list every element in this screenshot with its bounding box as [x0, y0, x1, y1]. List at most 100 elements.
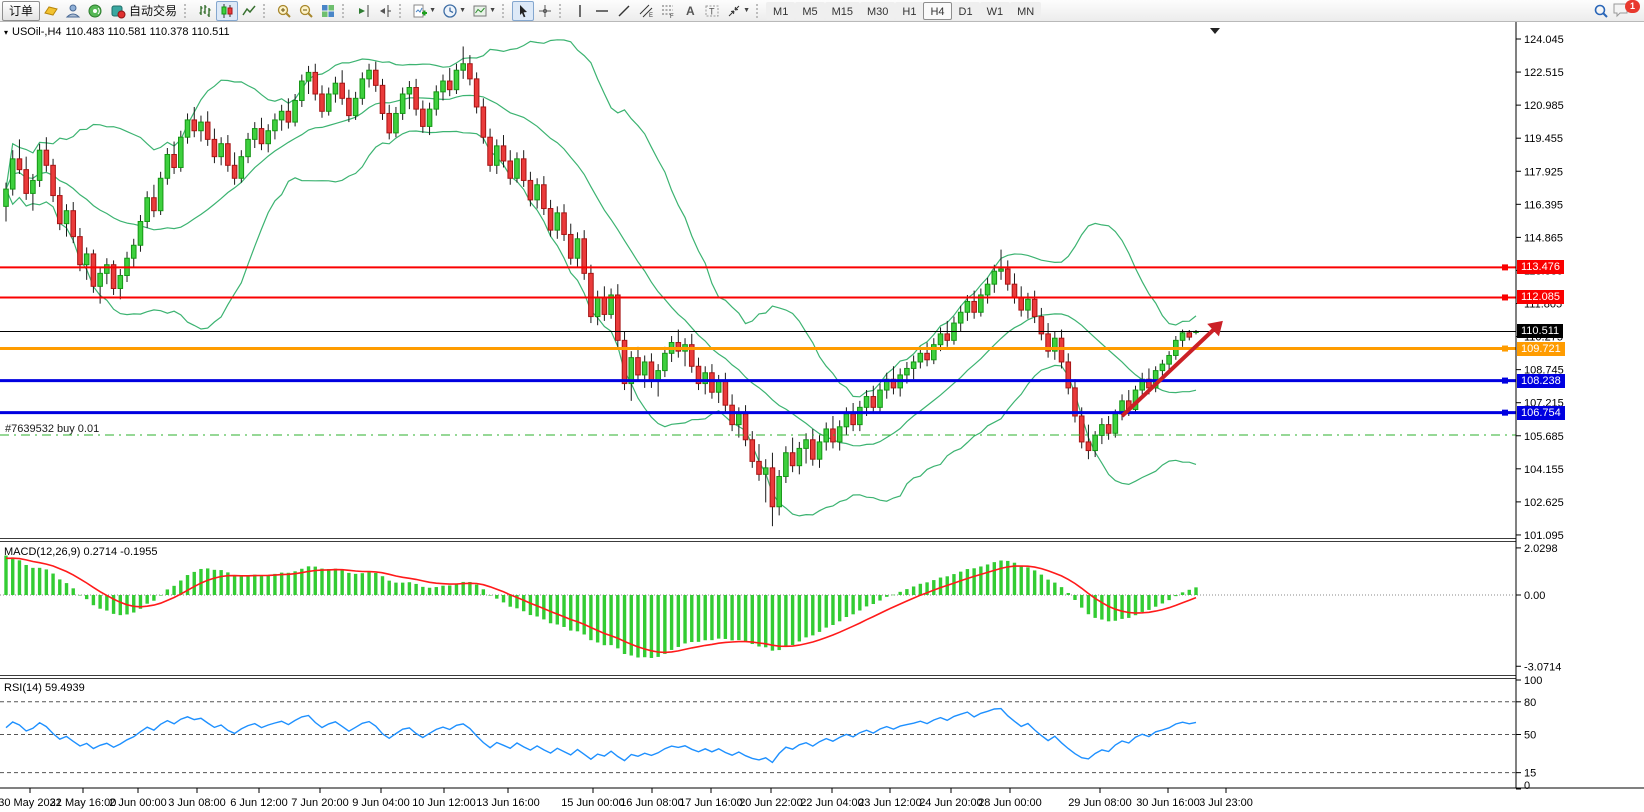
- candle-body: [353, 98, 358, 115]
- accounts-icon[interactable]: [62, 1, 84, 21]
- candle-body: [1026, 299, 1031, 310]
- time-axis-label: 29 Jun 08:00: [1068, 797, 1132, 809]
- candle-body: [911, 362, 916, 368]
- search-button[interactable]: [1590, 1, 1612, 21]
- candle-body: [972, 301, 977, 312]
- candle-body: [400, 94, 405, 113]
- bar-chart-button[interactable]: [194, 1, 216, 21]
- text-label-tool[interactable]: T: [701, 1, 723, 21]
- toolbar-right: 1: [1590, 1, 1638, 21]
- tile-windows-button[interactable]: [317, 1, 339, 21]
- zoom-out-button[interactable]: [295, 1, 317, 21]
- trend-arrow[interactable]: [1122, 328, 1216, 416]
- candle-body: [938, 334, 943, 345]
- candle: [185, 113, 190, 143]
- one-click-trading-arrow[interactable]: ▾: [4, 28, 8, 37]
- macd-bar: [818, 595, 821, 632]
- templates-button[interactable]: ▼: [469, 1, 499, 21]
- signals-icon[interactable]: [84, 1, 106, 21]
- timeframe-H4[interactable]: H4: [923, 2, 951, 20]
- candle-body: [528, 180, 533, 199]
- macd-bar: [1154, 595, 1157, 607]
- chart-shift-button[interactable]: [374, 1, 396, 21]
- candle: [131, 239, 136, 267]
- time-axis-label: 17 Jun 16:00: [679, 797, 743, 809]
- candle-body: [837, 427, 842, 442]
- timeframe-M1[interactable]: M1: [766, 2, 795, 20]
- macd-bar: [993, 562, 996, 595]
- macd-bar: [414, 584, 417, 595]
- hline-anchor: [1502, 378, 1508, 384]
- vertical-line-tool[interactable]: [569, 1, 591, 21]
- new-order-button[interactable]: 订单: [2, 1, 40, 21]
- periods-button[interactable]: ▼: [439, 1, 469, 21]
- candle-body: [138, 221, 143, 245]
- candle-body: [1180, 333, 1185, 341]
- crosshair-button[interactable]: [534, 1, 556, 21]
- line-chart-button[interactable]: [238, 1, 260, 21]
- candle: [145, 191, 150, 228]
- timeframe-M30[interactable]: M30: [860, 2, 895, 20]
- arrows-tool[interactable]: ▼: [723, 1, 753, 21]
- auto-scroll-button[interactable]: [352, 1, 374, 21]
- equidistant-channel-tool[interactable]: E: [635, 1, 657, 21]
- candle: [1012, 273, 1017, 303]
- chat-button[interactable]: 1: [1612, 1, 1638, 21]
- text-tool[interactable]: A: [679, 1, 701, 21]
- toolbar-grip: [559, 4, 565, 18]
- trendline-tool[interactable]: [613, 1, 635, 21]
- zoom-in-button[interactable]: [273, 1, 295, 21]
- candle-body: [521, 159, 526, 181]
- macd-bar: [690, 595, 693, 642]
- macd-bar: [697, 595, 700, 642]
- candle: [535, 178, 540, 208]
- candle-body: [810, 440, 815, 459]
- macd-bar: [293, 571, 296, 595]
- dropdown-caret: ▼: [429, 7, 436, 14]
- new-order-icon[interactable]: [40, 1, 62, 21]
- timeframe-H1[interactable]: H1: [895, 2, 923, 20]
- candle-body: [844, 414, 849, 427]
- macd-bar: [119, 595, 122, 615]
- macd-bar: [569, 595, 572, 631]
- cursor-button[interactable]: [512, 1, 534, 21]
- candle-body: [239, 157, 244, 179]
- candle: [582, 230, 587, 280]
- candle: [629, 351, 634, 401]
- candle-body: [306, 72, 311, 81]
- rsi-panel: [0, 702, 1516, 773]
- search-icon: [1593, 3, 1609, 19]
- candle-body: [636, 358, 641, 375]
- candle: [373, 62, 378, 92]
- horizontal-line-tool[interactable]: [591, 1, 613, 21]
- macd-bar: [576, 595, 579, 631]
- macd-bar: [549, 595, 552, 623]
- macd-bar: [1147, 595, 1150, 610]
- fibonacci-tool[interactable]: F: [657, 1, 679, 21]
- macd-bar: [253, 575, 256, 595]
- candle: [205, 111, 210, 146]
- candle: [387, 105, 392, 140]
- clock-icon: [442, 3, 458, 19]
- timeframe-MN[interactable]: MN: [1010, 2, 1041, 20]
- timeframe-M15[interactable]: M15: [825, 2, 860, 20]
- candle: [1180, 330, 1185, 347]
- macd-bar: [1107, 595, 1110, 621]
- add-indicator-button[interactable]: ▼: [409, 1, 439, 21]
- timeframe-M5[interactable]: M5: [795, 2, 824, 20]
- candle-body: [575, 239, 580, 258]
- chart-canvas[interactable]: 124.045122.515120.985119.455117.925116.3…: [0, 22, 1644, 812]
- candle: [858, 401, 863, 431]
- candle: [461, 46, 466, 78]
- chart-ohlc-values: 110.483 110.581 110.378 110.511: [66, 26, 230, 38]
- timeframe-D1[interactable]: D1: [952, 2, 980, 20]
- candlestick-chart-button[interactable]: [216, 1, 238, 21]
- timeframe-W1[interactable]: W1: [980, 2, 1011, 20]
- candle: [407, 81, 412, 109]
- rsi-indicator-label: RSI(14) 59.4939: [4, 682, 85, 694]
- rsi-axis-label: 0: [1524, 780, 1530, 792]
- autotrading-button[interactable]: 自动交易: [106, 1, 181, 21]
- trendline-icon: [616, 3, 632, 19]
- candle: [925, 343, 930, 367]
- chart-shift-marker[interactable]: [1210, 28, 1220, 34]
